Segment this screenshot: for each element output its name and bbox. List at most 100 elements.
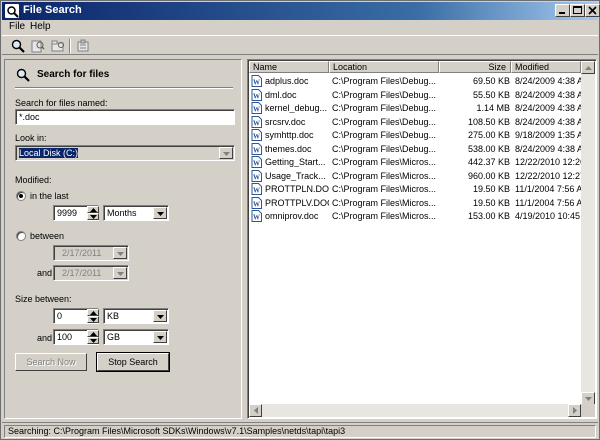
named-label: Search for files named: <box>15 98 108 108</box>
chevron-up-icon <box>90 311 97 315</box>
word-document-icon: W <box>251 142 262 155</box>
stop-search-button[interactable]: Stop Search <box>96 352 170 372</box>
in-the-last-unit-combo[interactable]: Months <box>103 205 169 221</box>
svg-text:W: W <box>253 160 260 168</box>
chevron-down-icon <box>90 339 97 343</box>
table-row[interactable]: Wkernel_debug... C:\Program Files\Debug..… <box>249 102 595 115</box>
cell-size: 19.50 KB <box>472 184 510 194</box>
table-row[interactable]: W Usage_Track... C:\Program Files\Micros..… <box>249 169 595 183</box>
cell-name: Getting_Start... <box>265 157 326 167</box>
spin-up-button[interactable] <box>87 330 99 337</box>
menu-file[interactable]: File <box>9 21 25 32</box>
dropdown-button[interactable] <box>113 247 127 259</box>
spin-up-button[interactable] <box>87 206 99 213</box>
cell-size: 108.50 KB <box>467 116 510 127</box>
find-files-icon[interactable] <box>30 38 46 54</box>
find-folder-icon[interactable] <box>50 38 66 54</box>
svg-text:W: W <box>253 119 260 127</box>
cell-location: C:\Program Files\Micros... <box>332 170 437 181</box>
cell-location: C:\Program Files\Debug... <box>332 103 437 113</box>
close-button[interactable] <box>585 4 600 17</box>
size-max-unit: GB <box>107 332 121 342</box>
cell-name: symhttp.doc <box>265 130 314 140</box>
word-document-icon: W <box>251 102 262 114</box>
table-row[interactable]: W PROTTPLV.DOC C:\Program Files\Micros... 1… <box>249 196 595 210</box>
table-row[interactable]: Wsrcsrv.doc C:\Program Files\Debug... 108.… <box>249 115 595 129</box>
divider <box>15 87 233 89</box>
cell-location: C:\Program Files\Debug... <box>332 116 437 127</box>
column-header-location[interactable]: Location <box>329 61 439 73</box>
spin-down-button[interactable] <box>87 316 99 323</box>
cell-name: srcsrv.doc <box>265 116 306 127</box>
file-search-window: File Search File Help Search for files S… <box>0 0 600 440</box>
between-from-date[interactable]: 2/17/2011 <box>53 245 129 261</box>
svg-text:W: W <box>253 92 260 100</box>
chevron-up-icon <box>90 332 97 336</box>
chevron-down-icon <box>90 318 97 322</box>
chevron-down-icon <box>90 215 97 219</box>
between-from-value: 2/17/2011 <box>62 248 102 258</box>
between-radio[interactable] <box>16 231 26 241</box>
app-search-icon <box>5 4 19 18</box>
minimize-button[interactable] <box>555 4 570 17</box>
dropdown-button[interactable] <box>153 207 167 219</box>
results-list[interactable]: Name Location Size Modified Wadplus.doc C… <box>247 59 597 419</box>
svg-text:W: W <box>253 214 260 222</box>
scroll-up-button[interactable] <box>581 61 595 74</box>
svg-text:W: W <box>253 79 260 87</box>
table-row[interactable]: W PROTTPLN.DOC C:\Program Files\Micros... 1… <box>249 183 595 196</box>
size-between-label: Size between: <box>15 294 72 304</box>
word-document-icon: W <box>251 183 262 195</box>
look-in-combo[interactable]: Local Disk (C:) <box>15 145 235 161</box>
between-to-date[interactable]: 2/17/2011 <box>53 265 129 281</box>
vertical-scrollbar[interactable] <box>581 61 595 405</box>
and-label: and <box>37 333 53 343</box>
column-header-name[interactable]: Name <box>249 61 329 73</box>
horizontal-scrollbar[interactable] <box>249 404 581 417</box>
in-the-last-unit: Months <box>107 208 137 218</box>
table-row[interactable]: Wthemes.doc C:\Program Files\Debug... 538.… <box>249 142 595 156</box>
cell-location: C:\Program Files\Micros... <box>332 211 437 221</box>
cell-name: PROTTPLV.DOC <box>265 197 329 208</box>
search-now-button[interactable]: Search Now <box>15 353 87 371</box>
between-label: between <box>30 231 65 241</box>
chevron-up-icon <box>585 66 592 70</box>
dropdown-button[interactable] <box>153 310 167 322</box>
title-bar[interactable]: File Search <box>2 2 600 20</box>
size-min-unit-combo[interactable]: KB <box>103 308 169 324</box>
spin-down-button[interactable] <box>87 337 99 344</box>
cell-name: PROTTPLN.DOC <box>265 184 329 194</box>
column-header-modified[interactable]: Modified <box>511 61 581 73</box>
maximize-button[interactable] <box>570 4 585 17</box>
cell-location: C:\Program Files\Debug... <box>332 130 437 140</box>
spin-down-button[interactable] <box>87 213 99 220</box>
size-max-unit-combo[interactable]: GB <box>103 329 169 345</box>
properties-icon[interactable] <box>75 38 91 54</box>
table-row[interactable]: W Getting_Start... C:\Program Files\Micros… <box>249 156 595 169</box>
chevron-down-icon <box>157 336 164 340</box>
dropdown-button[interactable] <box>153 331 167 343</box>
table-row[interactable]: Wdml.doc C:\Program Files\Debug... 55.50 K… <box>249 88 595 102</box>
cell-size: 538.00 KB <box>467 143 510 154</box>
svg-text:W: W <box>253 133 260 141</box>
word-document-icon: W <box>251 156 262 168</box>
svg-text:W: W <box>253 200 260 208</box>
column-header-size[interactable]: Size <box>439 61 511 73</box>
file-name-input[interactable]: *.doc <box>15 109 235 125</box>
dropdown-button[interactable] <box>219 147 233 159</box>
table-row[interactable]: Wadplus.doc C:\Program Files\Debug... 69.5… <box>249 75 595 88</box>
table-row[interactable]: Wsymhttp.doc C:\Program Files\Debug... 275… <box>249 129 595 142</box>
status-text: Searching: C:\Program Files\Microsoft SD… <box>4 425 596 438</box>
cell-location: C:\Program Files\Micros... <box>332 197 437 208</box>
cell-size: 442.37 KB <box>467 157 510 167</box>
scroll-right-button[interactable] <box>568 404 581 417</box>
dropdown-button[interactable] <box>113 267 127 279</box>
spin-up-button[interactable] <box>87 309 99 316</box>
scroll-left-button[interactable] <box>249 404 262 417</box>
search-icon <box>15 67 31 83</box>
search-icon[interactable] <box>10 38 26 54</box>
in-the-last-radio[interactable] <box>16 191 26 201</box>
table-row[interactable]: Womniprov.doc C:\Program Files\Micros... 1… <box>249 210 595 223</box>
menu-help[interactable]: Help <box>30 21 51 32</box>
chevron-down-icon <box>117 272 124 276</box>
